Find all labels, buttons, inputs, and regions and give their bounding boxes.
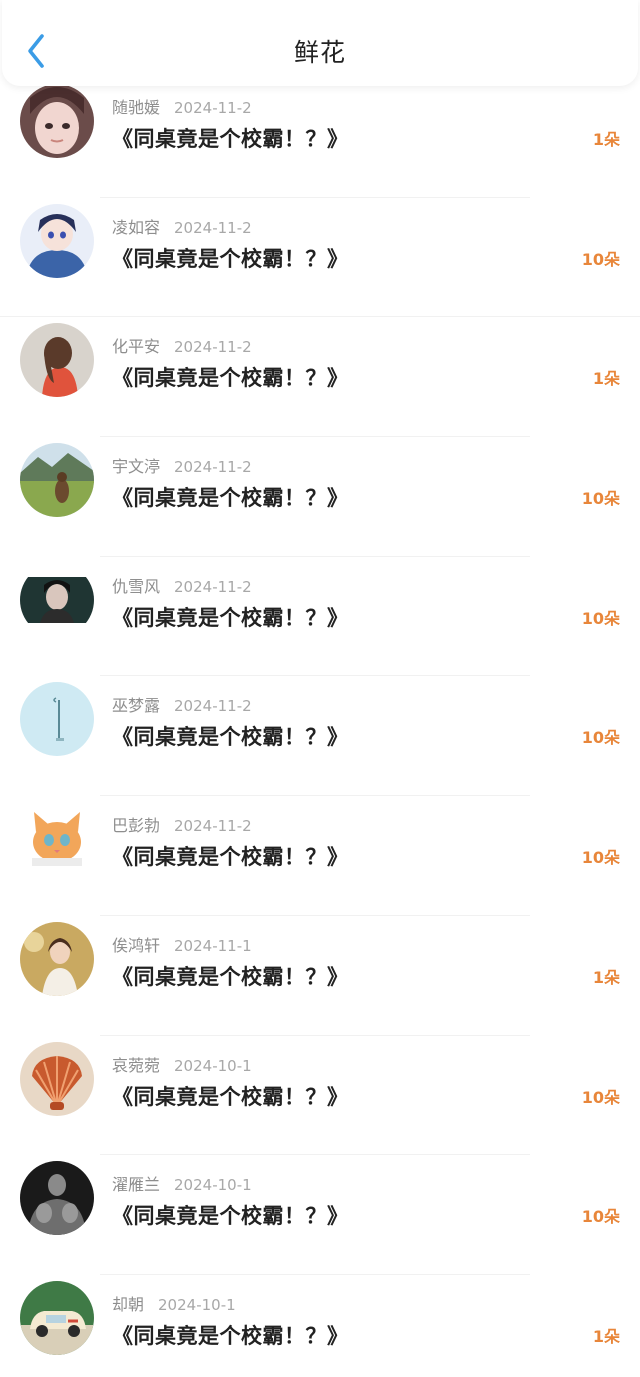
gift-date: 2024-11-2: [174, 218, 252, 237]
book-title: 《同桌竟是个校霸！？》: [112, 486, 349, 511]
list-item[interactable]: 仇雪风 2024-11-2 《同桌竟是个校霸！？》 10朵: [0, 557, 640, 677]
list-item[interactable]: 化平安 2024-11-2 《同桌竟是个校霸！？》 1朵: [0, 317, 640, 438]
flower-count: 10朵: [581, 489, 620, 509]
book-title: 《同桌竟是个校霸！？》: [112, 605, 349, 630]
gift-date: 2024-10-1: [174, 1176, 252, 1195]
flower-count: 1朵: [592, 967, 620, 987]
list-item[interactable]: 俟鸿轩 2024-11-1 《同桌竟是个校霸！？》 1朵: [0, 916, 640, 1036]
avatar: [20, 802, 94, 877]
gift-meta: 化平安 2024-11-2: [112, 333, 252, 357]
user-name: 化平安: [112, 337, 161, 357]
avatar: [20, 84, 94, 158]
book-title: 《同桌竟是个校霸！？》: [112, 1084, 349, 1109]
user-name: 宇文渟: [112, 457, 161, 477]
flower-count: 10朵: [581, 848, 620, 868]
gift-date: 2024-10-1: [158, 1295, 236, 1314]
flower-count: 10朵: [581, 608, 620, 628]
list-item[interactable]: 却朝 2024-10-1 《同桌竟是个校霸！？》 1朵: [0, 1275, 640, 1377]
avatar: [20, 1041, 94, 1116]
avatar: [20, 921, 94, 996]
gift-meta: 仇雪风 2024-11-2: [112, 573, 252, 597]
gift-date: 2024-11-2: [174, 338, 252, 357]
gift-meta: 凌如容 2024-11-2: [112, 214, 252, 238]
user-name: 俟鸿轩: [112, 935, 161, 955]
avatar: [20, 682, 94, 757]
list-item[interactable]: 哀菀菀 2024-10-1 《同桌竟是个校霸！？》 10朵: [0, 1036, 640, 1156]
avatar: [20, 323, 94, 398]
avatar: [20, 1161, 94, 1236]
book-title: 《同桌竟是个校霸！？》: [112, 127, 349, 151]
page-title: 鲜花: [293, 38, 346, 67]
user-name: 随驰媛: [112, 98, 161, 117]
gift-meta: 濯雁兰 2024-10-1: [112, 1171, 252, 1195]
avatar: [20, 203, 94, 278]
user-name: 仇雪风: [112, 576, 161, 596]
book-title: 《同桌竟是个校霸！？》: [112, 725, 349, 750]
book-title: 《同桌竟是个校霸！？》: [112, 1204, 349, 1229]
gift-date: 2024-11-2: [174, 817, 252, 836]
gift-meta: 哀菀菀 2024-10-1: [112, 1052, 252, 1076]
gift-date: 2024-11-2: [174, 697, 252, 716]
gift-date: 2024-11-2: [174, 458, 252, 477]
list-item[interactable]: 巴彭勃 2024-11-2 《同桌竟是个校霸！？》 10朵: [0, 796, 640, 916]
book-title: 《同桌竟是个校霸！？》: [112, 246, 349, 271]
flower-gift-list: 随驰媛 2024-11-2 《同桌竟是个校霸！？》 1朵 凌如容 2024-11-2: [0, 78, 640, 1377]
flower-count: 1朵: [592, 369, 620, 389]
flower-count: 10朵: [581, 728, 620, 748]
gift-date: 2024-11-2: [174, 99, 252, 117]
gift-date: 2024-10-1: [174, 1056, 252, 1075]
flowers-screen: 鲜花 随驰媛 2024-11-2 《同桌竟是个校霸！？》 1朵 凌如容 2024…: [0, 0, 640, 1377]
top-bar: 鲜花: [2, 0, 638, 86]
flower-count: 10朵: [581, 249, 620, 269]
list-item[interactable]: 巫梦露 2024-11-2 《同桌竟是个校霸！？》 10朵: [0, 676, 640, 797]
avatar: [20, 562, 94, 637]
book-title: 《同桌竟是个校霸！？》: [112, 1323, 349, 1348]
gift-meta: 俟鸿轩 2024-11-1: [112, 932, 252, 956]
flower-count: 10朵: [581, 1207, 620, 1227]
user-name: 哀菀菀: [112, 1055, 161, 1075]
book-title: 《同桌竟是个校霸！？》: [112, 845, 349, 870]
avatar: [20, 1280, 94, 1355]
flower-count: 1朵: [592, 130, 620, 149]
gift-meta: 巴彭勃 2024-11-2: [112, 812, 252, 836]
list-item[interactable]: 濯雁兰 2024-10-1 《同桌竟是个校霸！？》 10朵: [0, 1155, 640, 1275]
gift-date: 2024-11-2: [174, 577, 252, 596]
user-name: 巴彭勃: [112, 816, 161, 836]
avatar: [20, 443, 94, 518]
user-name: 巫梦露: [112, 696, 161, 716]
gift-meta: 宇文渟 2024-11-2: [112, 453, 252, 477]
user-name: 凌如容: [112, 217, 161, 237]
gift-meta: 巫梦露 2024-11-2: [112, 692, 252, 716]
gift-meta: 随驰媛 2024-11-2: [112, 94, 252, 118]
gift-date: 2024-11-1: [174, 936, 252, 955]
flower-count: 1朵: [592, 1326, 620, 1346]
list-item[interactable]: 宇文渟 2024-11-2 《同桌竟是个校霸！？》 10朵: [0, 437, 640, 557]
gift-meta: 却朝 2024-10-1: [112, 1291, 236, 1315]
book-title: 《同桌竟是个校霸！？》: [112, 964, 349, 989]
user-name: 濯雁兰: [112, 1175, 161, 1195]
user-name: 却朝: [112, 1294, 145, 1314]
list-item[interactable]: 凌如容 2024-11-2 《同桌竟是个校霸！？》 10朵: [0, 198, 640, 318]
book-title: 《同桌竟是个校霸！？》: [112, 366, 349, 391]
list-item[interactable]: 随驰媛 2024-11-2 《同桌竟是个校霸！？》 1朵: [0, 78, 640, 198]
flower-count: 10朵: [581, 1087, 620, 1107]
